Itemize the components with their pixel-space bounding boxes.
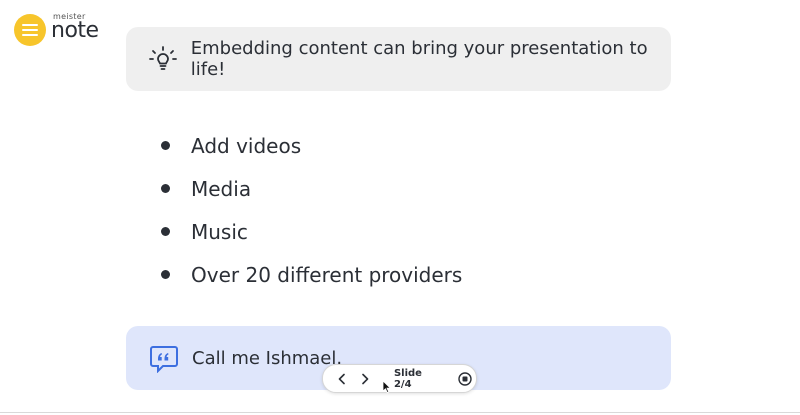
tip-callout: Embedding content can bring your present…	[126, 27, 671, 91]
bullet-list: Add videos Media Music Over 20 different…	[158, 124, 462, 296]
list-item-label: Music	[191, 219, 248, 244]
bullet-dot	[161, 184, 170, 193]
presentation-controls: Slide 2/4	[322, 364, 477, 393]
chevron-left-icon	[338, 373, 345, 384]
list-item-label: Add videos	[191, 133, 302, 158]
chevron-right-icon	[362, 373, 369, 384]
quote-icon	[146, 340, 182, 376]
list-item: Add videos	[158, 124, 462, 167]
menu-icon[interactable]	[14, 14, 46, 46]
mouse-cursor-icon	[382, 380, 392, 394]
list-item: Music	[158, 210, 462, 253]
slide-counter: Slide 2/4	[393, 367, 422, 390]
divider	[0, 412, 800, 413]
list-item-label: Over 20 different providers	[191, 262, 463, 287]
previous-slide-button[interactable]	[331, 368, 353, 390]
list-item: Over 20 different providers	[158, 253, 462, 296]
meisternote-logo[interactable]: meister note	[14, 10, 114, 50]
tip-text: Embedding content can bring your present…	[190, 38, 648, 80]
list-item-label: Media	[191, 176, 252, 201]
bullet-dot	[161, 270, 170, 279]
logo-big-text: note	[51, 18, 99, 43]
list-item: Media	[158, 167, 462, 210]
lightbulb-icon	[146, 41, 181, 77]
stop-presentation-button[interactable]	[454, 368, 476, 390]
next-slide-button[interactable]	[354, 368, 376, 390]
bullet-dot	[161, 227, 170, 236]
stop-icon	[458, 371, 472, 386]
bullet-dot	[161, 141, 170, 150]
quote-text: Call me Ishmael.	[192, 347, 343, 369]
